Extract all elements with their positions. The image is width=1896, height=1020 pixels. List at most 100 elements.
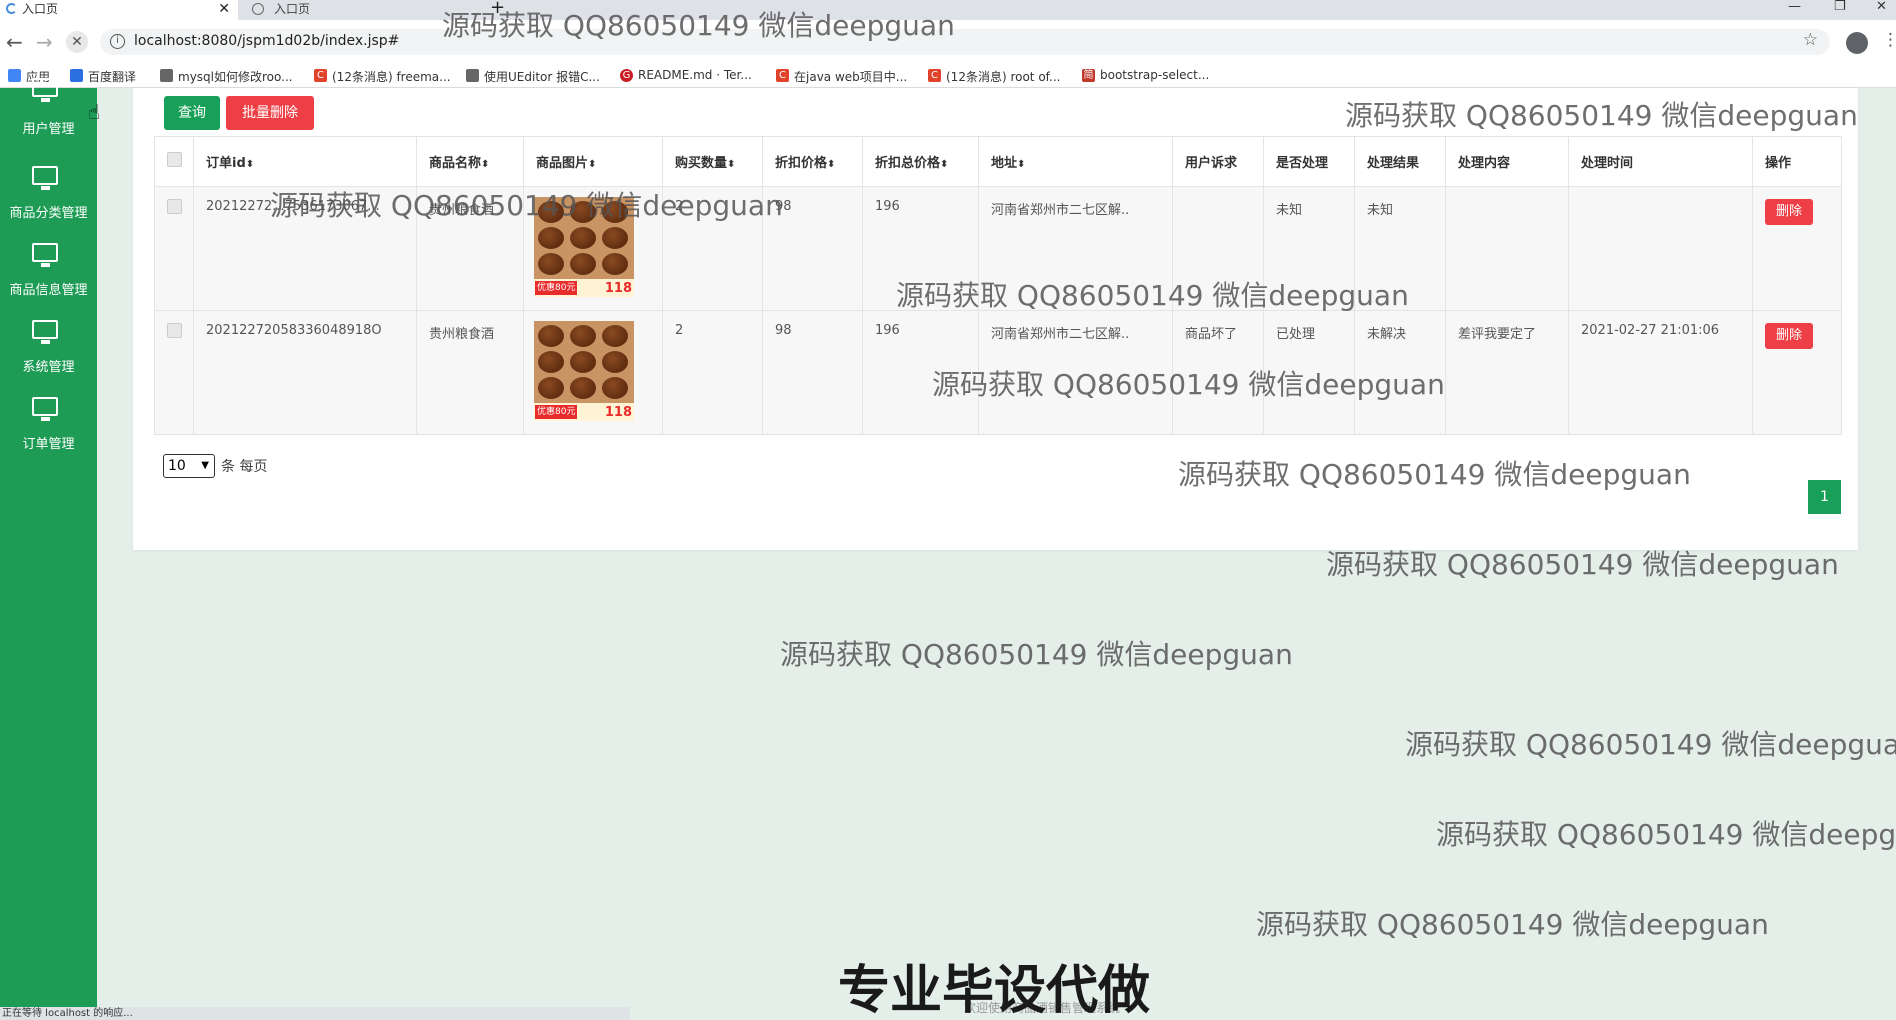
sort-icon[interactable]: ⬍ — [588, 159, 596, 170]
col-header-discount-total[interactable]: 折扣总价格⬍ — [862, 136, 979, 187]
sort-icon[interactable]: ⬍ — [827, 159, 835, 170]
monitor-icon — [32, 166, 58, 190]
csdn-icon: C — [314, 69, 327, 82]
bookmark-readme[interactable]: G README.md · Ter... — [620, 68, 752, 82]
page-icon — [466, 69, 479, 82]
cell-result: 未知 — [1354, 186, 1446, 311]
row-checkbox[interactable] — [167, 323, 182, 338]
profile-avatar[interactable] — [1846, 32, 1868, 54]
cell-discount-price: 98 — [762, 310, 863, 435]
watermark-text: 源码获取 QQ86050149 微信deepguan — [780, 638, 1293, 671]
delete-button[interactable]: 删除 — [1765, 199, 1813, 225]
new-tab-button[interactable]: + — [490, 0, 505, 18]
select-all-cell — [154, 136, 194, 187]
chevron-down-icon: ▼ — [201, 460, 209, 471]
sidebar: 用户管理 商品分类管理 商品信息管理 系统管理 订单管理 — [0, 78, 97, 1020]
restore-button[interactable]: ❐ — [1834, 0, 1846, 14]
cell-order-id: 20212272058336048918O — [193, 310, 417, 435]
col-header-processed: 是否处理 — [1263, 136, 1355, 187]
browser-tab-active[interactable]: 入口页 ✕ — [0, 0, 238, 20]
cell-product-image: 优惠80元 118 — [523, 310, 663, 435]
cell-address: 河南省郑州市二七区解.. — [978, 186, 1173, 311]
cell-content: 差评我要定了 — [1445, 310, 1569, 435]
sidebar-item-users[interactable]: 用户管理 — [0, 78, 97, 148]
monitor-icon — [32, 320, 58, 344]
browser-tab[interactable]: 入口页 — [242, 0, 442, 20]
browser-tab-bar: 入口页 ✕ 入口页 + — ❐ ✕ — [0, 0, 1896, 20]
bookmark-csdn-root[interactable]: C (12条消息) root of... — [928, 68, 1060, 85]
bookmark-java-web[interactable]: C 在java web项目中... — [776, 68, 907, 85]
select-all-checkbox[interactable] — [167, 152, 182, 167]
forward-button[interactable]: → — [36, 30, 53, 54]
cell-time — [1568, 186, 1753, 311]
sort-icon[interactable]: ⬍ — [1017, 159, 1025, 170]
page-icon — [160, 69, 173, 82]
bookmark-mysql[interactable]: mysql如何修改roo... — [160, 68, 293, 85]
sidebar-item-orders[interactable]: 订单管理 — [0, 397, 97, 467]
page-size-select[interactable]: 10 ▼ — [163, 454, 215, 478]
col-header-user-request: 用户诉求 — [1172, 136, 1264, 187]
cell-address: 河南省郑州市二七区解.. — [978, 310, 1173, 435]
sort-icon[interactable]: ⬍ — [246, 159, 254, 170]
monitor-icon — [32, 397, 58, 421]
page-1-button[interactable]: 1 — [1808, 480, 1841, 514]
col-header-address[interactable]: 地址⬍ — [978, 136, 1173, 187]
sort-icon[interactable]: ⬍ — [940, 159, 948, 170]
close-window-button[interactable]: ✕ — [1876, 0, 1887, 14]
globe-icon — [252, 3, 264, 15]
jianshu-icon: 简 — [1082, 69, 1095, 82]
order-table: 订单id⬍ 商品名称⬍ 商品图片⬍ 购买数量⬍ 折扣价格⬍ 折扣总价格⬍ 地址⬍… — [154, 136, 1842, 435]
cell-quantity: 2 — [662, 310, 763, 435]
watermark-text: 源码获取 QQ86050149 微信deepguan — [1405, 728, 1896, 761]
sort-icon[interactable]: ⬍ — [727, 159, 735, 170]
browser-menu-icon[interactable]: ⋮ — [1882, 30, 1896, 50]
cell-product-image: 优惠80元 118 — [523, 186, 663, 311]
cell-result: 未解决 — [1354, 310, 1446, 435]
sidebar-item-system[interactable]: 系统管理 — [0, 320, 97, 390]
promo-text: 专业毕设代做 — [838, 961, 1151, 1020]
delete-button[interactable]: 删除 — [1765, 323, 1813, 349]
bookmark-bootstrap-select[interactable]: 简 bootstrap-select... — [1082, 68, 1209, 82]
site-info-icon[interactable]: i — [110, 34, 125, 49]
col-header-product-name[interactable]: 商品名称⬍ — [416, 136, 524, 187]
col-header-product-image[interactable]: 商品图片⬍ — [523, 136, 663, 187]
col-header-discount-price[interactable]: 折扣价格⬍ — [762, 136, 863, 187]
col-header-content: 处理内容 — [1445, 136, 1569, 187]
bookmarks-bar: 应用 百度翻译 mysql如何修改roo... C (12条消息) freema… — [0, 64, 1896, 88]
cell-quantity: 2 — [662, 186, 763, 311]
watermark-text: 源码获取 QQ86050149 微信deepguan — [1436, 818, 1896, 851]
cell-user-request: 商品坏了 — [1172, 310, 1264, 435]
batch-delete-button[interactable]: 批量删除 — [226, 96, 314, 130]
row-checkbox[interactable] — [167, 199, 182, 214]
cell-content — [1445, 186, 1569, 311]
tab-close-icon[interactable]: ✕ — [218, 0, 230, 18]
back-button[interactable]: ← — [6, 30, 23, 54]
bookmark-star-icon[interactable]: ☆ — [1803, 30, 1818, 50]
url-field[interactable]: i localhost:8080/jspm1d02b/index.jsp# ☆ — [100, 29, 1830, 55]
cell-processed: 已处理 — [1263, 310, 1355, 435]
col-header-quantity[interactable]: 购买数量⬍ — [662, 136, 763, 187]
minimize-button[interactable]: — — [1788, 0, 1801, 14]
cell-product-name: 贵州粮食酒 — [416, 310, 524, 435]
bookmark-ueditor[interactable]: 使用UEditor 报错C... — [466, 68, 600, 85]
col-header-action: 操作 — [1752, 136, 1842, 187]
csdn-icon: C — [776, 69, 789, 82]
sort-icon[interactable]: ⬍ — [481, 159, 489, 170]
stop-loading-button[interactable]: ✕ — [66, 31, 88, 53]
csdn-icon: C — [928, 69, 941, 82]
sidebar-item-products[interactable]: 商品信息管理 — [0, 243, 97, 313]
cell-time: 2021-02-27 21:01:06 — [1568, 310, 1753, 435]
table-row: 20212272...7536173067... 贵州粮食酒 优惠80元 118… — [154, 186, 1842, 311]
cell-discount-total: 196 — [862, 310, 979, 435]
sidebar-item-category[interactable]: 商品分类管理 — [0, 166, 97, 236]
cell-processed: 未知 — [1263, 186, 1355, 311]
url-text[interactable]: localhost:8080/jspm1d02b/index.jsp# — [134, 33, 399, 49]
col-header-order-id[interactable]: 订单id⬍ — [193, 136, 417, 187]
cell-action: 删除 — [1752, 310, 1842, 435]
watermark-text: 源码获取 QQ86050149 微信deepguan — [1256, 908, 1769, 941]
col-header-time: 处理时间 — [1568, 136, 1753, 187]
cell-action: 删除 — [1752, 186, 1842, 311]
bookmark-csdn-freemarker[interactable]: C (12条消息) freema... — [314, 68, 451, 85]
query-button[interactable]: 查询 — [164, 96, 220, 130]
page-size-label: 条 每页 — [221, 459, 268, 475]
